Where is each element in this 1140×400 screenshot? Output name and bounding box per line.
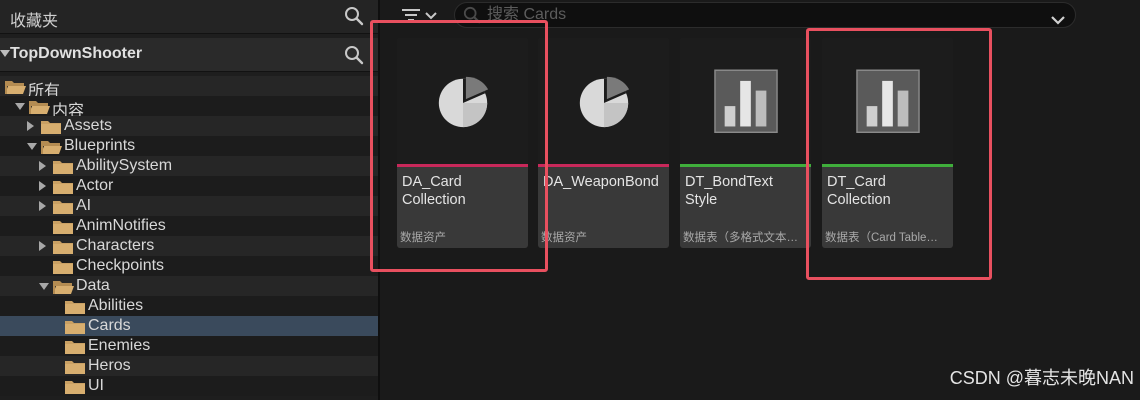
tree-item-label: UI xyxy=(88,377,104,394)
folder-icon xyxy=(40,119,62,135)
tree-item-所有[interactable]: 所有 xyxy=(0,76,378,100)
tree-item-characters[interactable]: Characters xyxy=(0,236,378,256)
folder-icon xyxy=(64,319,86,335)
tree-item-label: Blueprints xyxy=(64,137,136,154)
asset-tile[interactable]: DA_WeaponBond 数据资产 xyxy=(538,38,669,248)
project-search-icon[interactable] xyxy=(344,45,364,65)
favorites-label: 收藏夹 xyxy=(10,13,59,30)
tree-item-label: Enemies xyxy=(88,337,151,354)
chevron-down-icon[interactable] xyxy=(1051,12,1065,30)
asset-info: DT_BondText Style 数据表（多格式文本… xyxy=(680,167,811,248)
folder-icon xyxy=(52,179,74,195)
favorites-search-icon[interactable] xyxy=(344,6,364,26)
folder-icon xyxy=(52,259,74,275)
tree-item-heros[interactable]: Heros xyxy=(0,356,378,376)
asset-thumbnail xyxy=(680,38,811,164)
tree-item-内容[interactable]: 内容 xyxy=(0,96,378,120)
folder-icon xyxy=(64,299,86,315)
folder-open-icon xyxy=(28,99,50,115)
favorites-header[interactable]: 收藏夹 xyxy=(0,0,378,34)
expanded-arrow-icon[interactable] xyxy=(27,143,37,150)
tree-item-label: AI xyxy=(76,197,92,214)
tree-item-label: Heros xyxy=(88,357,131,374)
data-asset-icon xyxy=(575,72,633,135)
content-browser-sources-panel: 收藏夹 TopDownShooter 所有 内容 Assets Blueprints A… xyxy=(0,0,380,400)
highlight-box xyxy=(370,20,548,272)
tree-item-label: Assets xyxy=(64,117,113,134)
folder-open-icon xyxy=(52,279,74,295)
tree-item-assets[interactable]: Assets xyxy=(0,116,378,136)
collapsed-arrow-icon[interactable] xyxy=(39,241,46,251)
asset-tile[interactable]: DT_BondText Style 数据表（多格式文本… xyxy=(680,38,811,248)
asset-type-label: 数据资产 xyxy=(541,232,587,244)
tree-item-label: Data xyxy=(76,277,110,294)
tree-item-label: Checkpoints xyxy=(76,257,165,274)
expanded-arrow-icon[interactable] xyxy=(15,103,25,110)
asset-search-input[interactable] xyxy=(487,5,1027,25)
tree-item-ai[interactable]: AI xyxy=(0,196,378,216)
data-table-icon xyxy=(713,69,778,138)
tree-item-blueprints[interactable]: Blueprints xyxy=(0,136,378,156)
tree-item-enemies[interactable]: Enemies xyxy=(0,336,378,356)
tree-item-ui[interactable]: UI xyxy=(0,376,378,396)
tree-item-label: Abilities xyxy=(88,297,144,314)
folder-icon xyxy=(64,339,86,355)
project-name: TopDownShooter xyxy=(10,45,143,62)
asset-view: DA_Card Collection数据资产DA_WeaponBond数据资产D… xyxy=(370,0,1140,400)
folder-icon xyxy=(64,379,86,395)
tree-item-label: AbilitySystem xyxy=(76,157,173,174)
expanded-arrow-icon[interactable] xyxy=(39,283,49,290)
folder-open-icon xyxy=(4,79,26,95)
tree-item-abilities[interactable]: Abilities xyxy=(0,296,378,316)
tree-item-actor[interactable]: Actor xyxy=(0,176,378,196)
watermark: CSDN @暮志未晚NAN xyxy=(949,368,1134,388)
folder-tree: 所有 内容 Assets Blueprints AbilitySystem Actor AI… xyxy=(0,76,378,396)
asset-name: DT_BondText Style xyxy=(685,174,773,208)
folder-icon xyxy=(64,359,86,375)
tree-item-label: AnimNotifies xyxy=(76,217,166,234)
folder-icon xyxy=(52,159,74,175)
tree-item-abilitysystem[interactable]: AbilitySystem xyxy=(0,156,378,176)
asset-thumbnail xyxy=(538,38,669,164)
folder-open-icon xyxy=(40,139,62,155)
tree-item-cards[interactable]: Cards xyxy=(0,316,378,336)
collapsed-arrow-icon[interactable] xyxy=(39,161,46,171)
tree-item-label: Cards xyxy=(88,317,131,334)
folder-icon xyxy=(52,199,74,215)
tree-item-animnotifies[interactable]: AnimNotifies xyxy=(0,216,378,236)
highlight-box xyxy=(806,28,992,280)
project-collapse-arrow-icon[interactable] xyxy=(0,50,10,57)
asset-type-label: 数据表（多格式文本… xyxy=(683,232,798,244)
asset-name: DA_WeaponBond xyxy=(543,174,659,190)
collapsed-arrow-icon[interactable] xyxy=(39,181,46,191)
folder-icon xyxy=(52,239,74,255)
tree-item-checkpoints[interactable]: Checkpoints xyxy=(0,256,378,276)
collapsed-arrow-icon[interactable] xyxy=(27,121,34,131)
folder-icon xyxy=(52,219,74,235)
asset-info: DA_WeaponBond 数据资产 xyxy=(538,167,669,248)
tree-item-label: Actor xyxy=(76,177,114,194)
tree-item-data[interactable]: Data xyxy=(0,276,378,296)
project-header[interactable]: TopDownShooter xyxy=(0,38,378,72)
collapsed-arrow-icon[interactable] xyxy=(39,201,46,211)
tree-item-label: Characters xyxy=(76,237,155,254)
